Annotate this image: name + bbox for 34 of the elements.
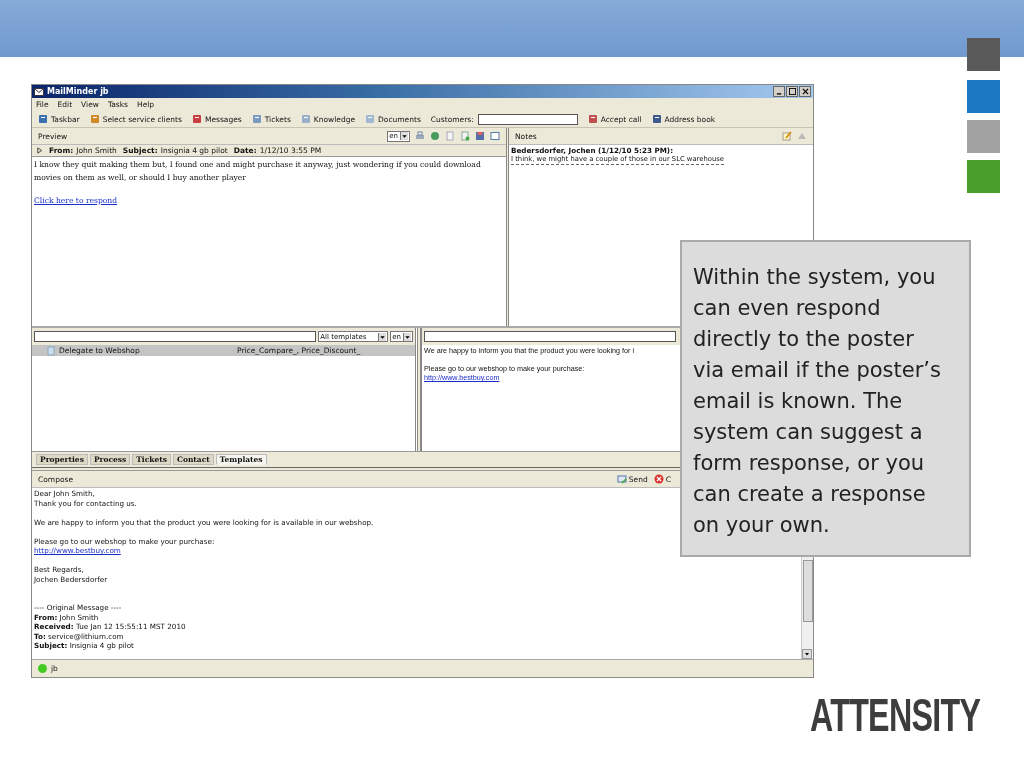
toolbar-icon — [38, 114, 48, 124]
dropdown-arrow-icon — [378, 332, 387, 341]
document-add-icon[interactable] — [460, 131, 470, 141]
toolbar-icon — [365, 114, 376, 124]
square-decoration — [967, 38, 1000, 71]
toolbar-icon — [251, 114, 262, 124]
document-icon — [46, 345, 56, 356]
square-decoration — [967, 120, 1000, 153]
template-preview-field[interactable] — [424, 331, 676, 342]
scroll-thumb[interactable] — [803, 560, 813, 622]
square-decoration — [967, 160, 1000, 193]
maximize-button[interactable] — [786, 86, 798, 97]
template-search-field[interactable] — [34, 331, 317, 342]
edit-note-icon[interactable] — [782, 131, 792, 141]
square-decoration — [967, 80, 1000, 113]
callout-tooltip: Within the system, you can even respond directly to the poster via email if the poster’s email is known. The system can suggest a form response, or you can create a response on your own. — [680, 240, 971, 557]
dropdown-arrow-icon — [400, 132, 408, 140]
save-icon[interactable] — [475, 131, 485, 141]
toolbar-icon — [300, 114, 311, 124]
scroll-down-button[interactable] — [802, 649, 812, 659]
logo-text: ATTENSITY — [810, 688, 981, 742]
send-mail-icon — [616, 474, 627, 484]
window-title: MailMinder jb — [47, 87, 109, 96]
envelope-icon — [34, 87, 44, 96]
dropdown-arrow-icon — [403, 332, 411, 341]
expand-icon[interactable] — [36, 147, 43, 154]
close-button[interactable] — [799, 86, 811, 97]
toolbar-icon — [191, 114, 202, 124]
customers-field[interactable] — [477, 113, 578, 125]
cancel-icon — [653, 474, 664, 484]
close-icon — [801, 88, 809, 95]
minimize-button[interactable] — [773, 86, 785, 97]
window-icon[interactable] — [490, 131, 500, 141]
maximize-icon — [788, 88, 796, 95]
